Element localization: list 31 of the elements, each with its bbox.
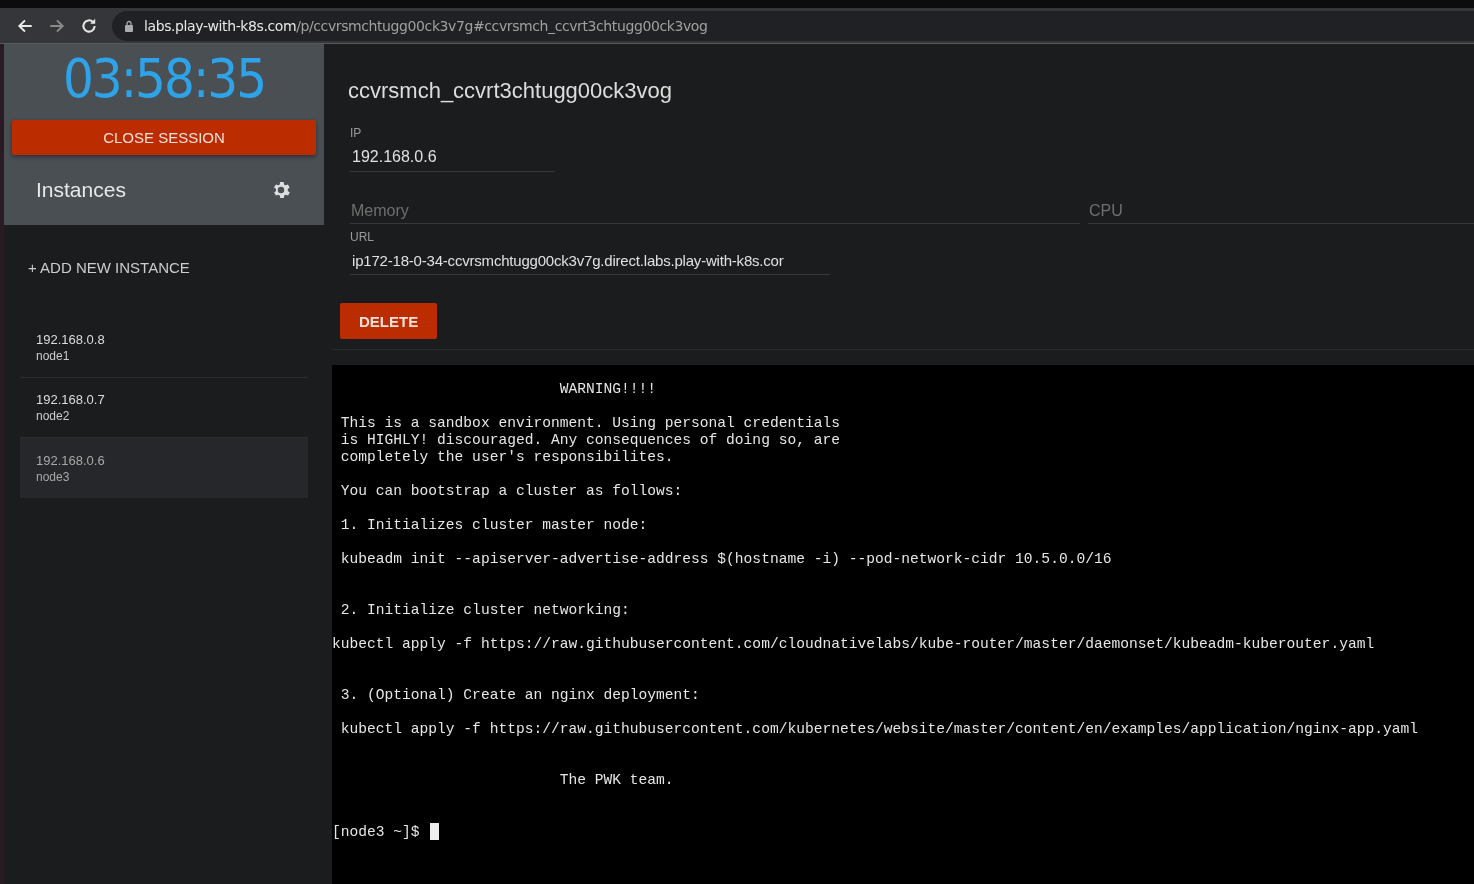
instance-item[interactable]: 192.168.0.6 node3 [20, 438, 308, 498]
ip-field[interactable]: IP 192.168.0.6 [350, 126, 555, 172]
delete-button[interactable]: DELETE [340, 303, 438, 339]
instance-ip: 192.168.0.7 [36, 392, 106, 407]
url-field[interactable]: URL ip172-18-0-34-ccvrsmchtugg00ck3v7g.direct.labs.play-with-k8s.cor [350, 230, 830, 275]
add-instance-button[interactable]: + ADD NEW INSTANCE [26, 255, 192, 280]
instance-ip: 192.168.0.8 [36, 332, 106, 347]
ip-value: 192.168.0.6 [351, 147, 438, 167]
terminal[interactable] [332, 365, 1474, 884]
close-session-button[interactable]: CLOSE SESSION [12, 120, 316, 155]
memory-field[interactable]: Memory [350, 200, 1080, 224]
address-bar[interactable]: labs.play-with-k8s.com/p/ccvrsmchtugg00ck3v7g#ccvrsmch_ccvrt3chtugg00ck3vog [112, 10, 1474, 41]
url-path: /p/ccvrsmchtugg00ck3v7g#ccvrsmch_ccvrt3chtugg00ck3vog [296, 17, 708, 34]
session-timer: 03:58:35 [61, 46, 267, 112]
reload-icon[interactable] [80, 16, 98, 35]
ip-label: IP [350, 126, 363, 140]
terminal-output: WARNING!!!! This is a sandbox environment. Using personal credentials is HIGHLY! discouraged. Any consequences of doing so, are completely the user's responsibilites. You can bootstrap a cluster as follows: 1. Initializes cluster master node: kubeadm init --apiserver-advertise-address $(hostname -i) --pod-network-cidr 10.5.0.0/16 2. Initialize cluster networking: kubectl apply -f https://raw.githubusercontent.com/cloudnativelabs/kube-router/master/daemonset/kubeadm-kuberouter.yaml 3. (Optional) Create an nginx deployment: kubectl apply -f https://raw.githubusercontent.com/kubernetes/website/master/content/en/examples/application/nginx-app.yaml The PWK team. [332, 381, 1419, 790]
lock-icon [124, 19, 134, 32]
instance-item[interactable]: 192.168.0.8 node1 [20, 318, 308, 378]
instance-name: node2 [36, 409, 71, 423]
url-value: ip172-18-0-34-ccvrsmchtugg00ck3v7g.direct.labs.play-with-k8s.cor [351, 251, 785, 271]
instance-name: node1 [36, 349, 71, 363]
instances-title: Instances [36, 178, 126, 202]
instance-ip: 192.168.0.6 [36, 452, 106, 468]
url-host: labs.play-with-k8s.com [144, 17, 297, 34]
instance-title: ccvrsmch_ccvrt3chtugg00ck3vog [348, 78, 674, 104]
instance-name: node3 [36, 469, 71, 484]
terminal-prompt: [node3 ~]$ [332, 823, 420, 840]
url-label: URL [350, 230, 375, 244]
cursor-icon [429, 823, 439, 840]
cpu-field[interactable]: CPU [1088, 200, 1474, 224]
